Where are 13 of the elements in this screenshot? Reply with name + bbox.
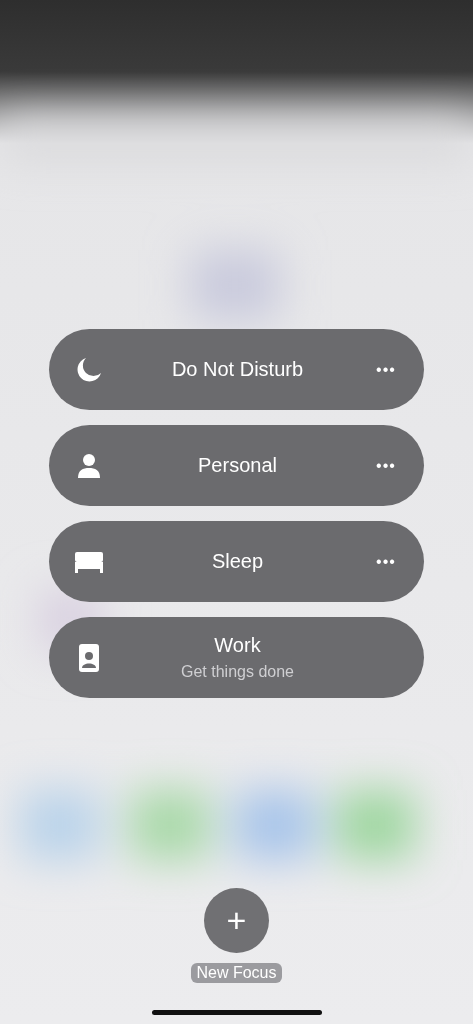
focus-mode-button[interactable]: Work Get things done <box>49 617 424 698</box>
focus-name: Personal <box>198 454 277 477</box>
focus-subtitle: Get things done <box>181 663 294 681</box>
new-focus-label: New Focus <box>191 963 282 983</box>
more-button[interactable]: ••• <box>370 456 402 475</box>
focus-name: Do Not Disturb <box>171 358 304 381</box>
focus-mode-button[interactable]: Sleep ••• <box>49 521 424 602</box>
more-button[interactable]: ••• <box>370 360 402 379</box>
focus-name: Sleep <box>211 550 264 573</box>
focus-mode-button[interactable]: Do Not Disturb ••• <box>49 329 424 410</box>
more-button[interactable]: ••• <box>370 552 402 571</box>
focus-mode-button[interactable]: Personal ••• <box>49 425 424 506</box>
focus-name: Work <box>214 634 261 657</box>
